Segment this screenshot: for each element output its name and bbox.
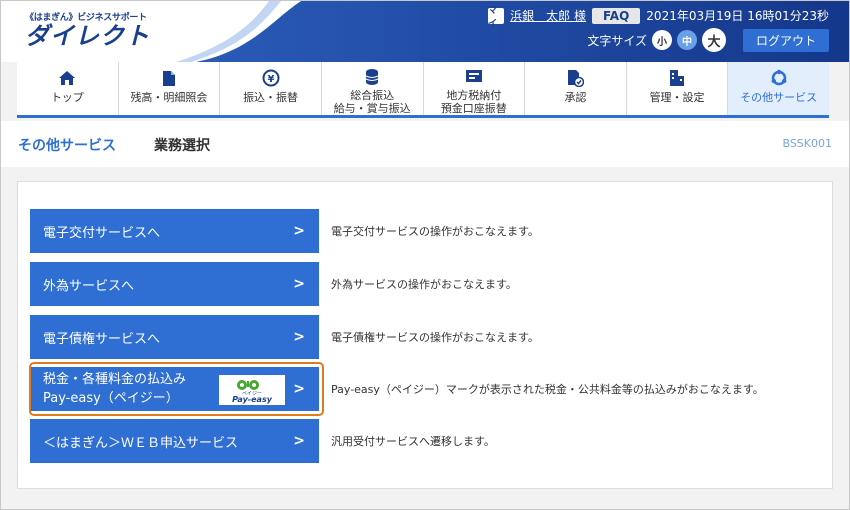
nav-item-transfer[interactable]: ¥ 振込・振替 bbox=[219, 62, 321, 115]
management-icon bbox=[667, 68, 687, 88]
header: 《はまぎん》ビジネスサポート ダイレクト マイ 浜銀 太郎 様 FAQ 2021… bbox=[1, 1, 849, 62]
nav-label: その他サービス bbox=[740, 91, 818, 104]
current-datetime: 2021年03月19日 16時01分23秒 bbox=[646, 9, 829, 23]
nav-item-other-services[interactable]: その他サービス bbox=[727, 62, 829, 115]
yen-transfer-icon: ¥ bbox=[261, 68, 281, 88]
main-nav: トップ 残高・明細照会 ¥ 振込・振替 総合振込 給与・賞与振込 地方税納付 預… bbox=[17, 62, 829, 118]
coins-icon bbox=[362, 68, 382, 86]
nav-label: 承認 bbox=[564, 91, 587, 104]
service-row: ＜はまぎん＞ＷＥＢ申込サービス > 汎用受付サービスへ遷移します。 bbox=[30, 419, 820, 463]
logo[interactable]: 《はまぎん》ビジネスサポート ダイレクト bbox=[25, 10, 150, 49]
nav-item-balance[interactable]: 残高・明細照会 bbox=[117, 62, 220, 115]
nav-item-management[interactable]: 管理・設定 bbox=[625, 62, 728, 115]
service-description: 汎用受付サービスへ遷移します。 bbox=[331, 435, 495, 448]
tax-icon bbox=[464, 68, 484, 86]
font-size-large-button[interactable]: 大 bbox=[701, 28, 726, 52]
e-delivery-service-button[interactable]: 電子交付サービスへ > bbox=[30, 209, 319, 253]
user-name-link[interactable]: 浜銀 太郎 様 bbox=[510, 7, 586, 24]
forex-service-button[interactable]: 外為サービスへ > bbox=[30, 262, 319, 306]
nav-label: 地方税納付 bbox=[446, 89, 502, 102]
user-icon: マイ bbox=[488, 6, 505, 29]
nav-item-bulk-transfer[interactable]: 総合振込 給与・賞与振込 bbox=[320, 62, 423, 115]
service-label: 電子債権サービスへ bbox=[43, 331, 161, 347]
service-description: 外為サービスの操作がおこなえます。 bbox=[331, 278, 517, 291]
font-size-label: 文字サイズ bbox=[587, 33, 647, 48]
logout-button[interactable]: ログアウト bbox=[742, 28, 829, 52]
nav-label: 総合振込 bbox=[350, 89, 395, 102]
font-size-small-button[interactable]: 小 bbox=[651, 30, 672, 50]
e-receivables-service-button[interactable]: 電子債権サービスへ > bbox=[30, 315, 319, 359]
service-description: Pay-easy（ペイジー）マークが表示された税金・公共料金等の払込みがおこなえ… bbox=[331, 383, 764, 396]
nav-label-sub: 給与・賞与振込 bbox=[333, 102, 411, 115]
faq-button[interactable]: FAQ bbox=[591, 7, 641, 24]
nav-label-sub: 預金口座振替 bbox=[440, 102, 507, 115]
home-icon bbox=[57, 68, 77, 88]
web-application-service-button[interactable]: ＜はまぎん＞ＷＥＢ申込サービス > bbox=[30, 419, 319, 463]
nav-item-local-tax[interactable]: 地方税納付 預金口座振替 bbox=[422, 62, 525, 115]
nav-label: 管理・設定 bbox=[649, 91, 705, 104]
service-description: 電子債権サービスの操作がおこなえます。 bbox=[331, 331, 539, 344]
nav-label: 振込・振替 bbox=[243, 91, 299, 104]
title-bar: その他サービス 業務選択 BSSK001 bbox=[1, 121, 849, 167]
page-title: 業務選択 bbox=[154, 138, 210, 154]
user-info-row: マイ 浜銀 太郎 様 FAQ 2021年03月19日 16時01分23秒 bbox=[488, 6, 829, 29]
highlight-frame bbox=[29, 362, 324, 416]
service-description: 電子交付サービスの操作がおこなえます。 bbox=[331, 225, 539, 238]
service-list-panel: 電子交付サービスへ > 電子交付サービスの操作がおこなえます。 外為サービスへ … bbox=[17, 181, 833, 489]
font-size-medium-button[interactable]: 中 bbox=[676, 30, 697, 50]
nav-label: 残高・明細照会 bbox=[130, 91, 208, 104]
service-label: 電子交付サービスへ bbox=[43, 225, 161, 241]
nav-item-top[interactable]: トップ bbox=[17, 62, 118, 115]
logo-title: ダイレクト bbox=[25, 22, 150, 50]
service-row: 電子債権サービスへ > 電子債権サービスの操作がおこなえます。 bbox=[30, 315, 820, 359]
chevron-right-icon: > bbox=[293, 276, 305, 292]
nav-item-approval[interactable]: 承認 bbox=[524, 62, 626, 115]
other-services-icon bbox=[769, 68, 789, 88]
screen-code: BSSK001 bbox=[782, 137, 832, 150]
svg-text:¥: ¥ bbox=[267, 74, 274, 85]
font-size-controls: 文字サイズ 小 中 大 ログアウト bbox=[587, 28, 829, 52]
approval-icon bbox=[565, 68, 585, 88]
chevron-right-icon: > bbox=[293, 223, 305, 239]
service-row: 電子交付サービスへ > 電子交付サービスの操作がおこなえます。 bbox=[30, 209, 820, 253]
section-title: その他サービス bbox=[18, 138, 116, 154]
chevron-right-icon: > bbox=[293, 433, 305, 449]
chevron-right-icon: > bbox=[293, 329, 305, 345]
document-icon bbox=[159, 68, 179, 88]
service-label: 外為サービスへ bbox=[43, 278, 135, 294]
service-label: ＜はまぎん＞ＷＥＢ申込サービス bbox=[43, 435, 239, 451]
service-row: 外為サービスへ > 外為サービスの操作がおこなえます。 bbox=[30, 262, 820, 306]
nav-label: トップ bbox=[50, 91, 84, 104]
